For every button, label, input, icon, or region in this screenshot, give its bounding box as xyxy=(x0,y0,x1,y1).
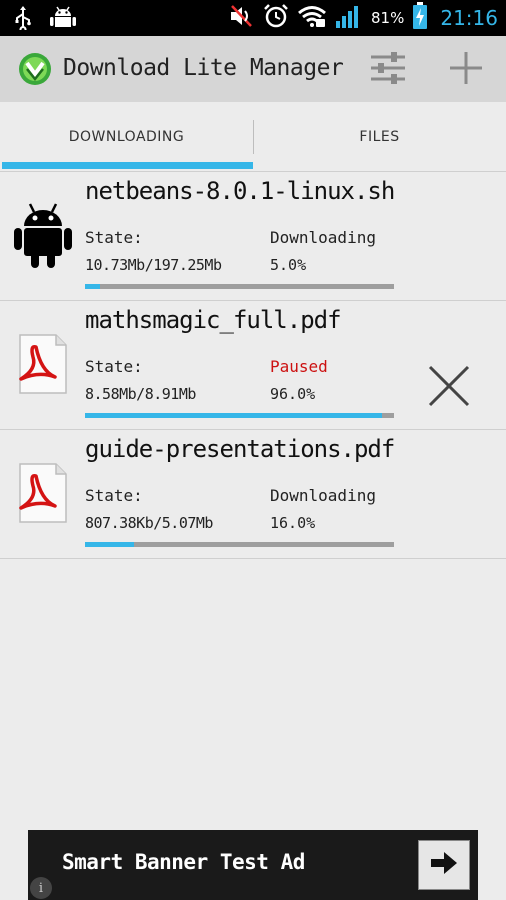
settings-button[interactable] xyxy=(366,50,410,90)
usb-icon xyxy=(14,6,32,34)
state-label: State: xyxy=(85,228,143,247)
wifi-icon xyxy=(297,4,327,32)
cancel-button[interactable] xyxy=(424,361,474,411)
progress-bar xyxy=(85,284,394,289)
battery-charging-icon xyxy=(412,2,428,34)
battery-percent: 81% xyxy=(371,9,405,27)
tab-selected-indicator xyxy=(2,162,253,169)
ad-open-button[interactable] xyxy=(418,840,470,890)
download-logo-icon xyxy=(18,52,52,86)
progress-fill xyxy=(85,413,382,418)
size-progress-text: 8.58Mb/8.91Mb xyxy=(85,385,196,403)
status-bar: 81% 21:16 xyxy=(0,0,506,36)
download-item[interactable]: guide-presentations.pdf State: 807.38Kb/… xyxy=(0,430,506,559)
progress-bar xyxy=(85,413,394,418)
state-value: Downloading xyxy=(270,228,376,247)
size-progress-text: 807.38Kb/5.07Mb xyxy=(85,514,213,532)
arrow-right-icon xyxy=(429,850,459,880)
percent-text: 5.0% xyxy=(270,256,307,274)
state-label: State: xyxy=(85,486,143,505)
ad-info-icon[interactable]: i xyxy=(30,877,52,899)
file-name: mathsmagic_full.pdf xyxy=(85,306,342,334)
signal-icon xyxy=(335,3,363,33)
state-value: Paused xyxy=(270,357,328,376)
download-item[interactable]: mathsmagic_full.pdf State: 8.58Mb/8.91Mb… xyxy=(0,301,506,430)
state-value: Downloading xyxy=(270,486,376,505)
state-label: State: xyxy=(85,357,143,376)
sliders-icon xyxy=(369,51,407,89)
percent-text: 96.0% xyxy=(270,385,316,403)
tab-files[interactable]: FILES xyxy=(253,102,506,172)
add-download-button[interactable] xyxy=(444,50,488,90)
pdf-icon xyxy=(12,460,74,526)
android-icon xyxy=(12,202,74,268)
percent-text: 16.0% xyxy=(270,514,316,532)
android-debug-icon xyxy=(50,6,76,34)
app-title: Download Lite Manager xyxy=(63,55,344,81)
action-bar: Download Lite Manager xyxy=(0,36,506,102)
download-item[interactable]: netbeans-8.0.1-linux.sh State: 10.73Mb/1… xyxy=(0,172,506,301)
alarm-icon xyxy=(263,3,289,33)
progress-fill xyxy=(85,284,101,289)
file-name: netbeans-8.0.1-linux.sh xyxy=(85,177,395,205)
size-progress-text: 10.73Mb/197.25Mb xyxy=(85,256,222,274)
ad-banner[interactable]: Smart Banner Test Ad xyxy=(28,830,478,900)
file-name: guide-presentations.pdf xyxy=(85,435,395,463)
plus-icon xyxy=(448,50,484,90)
pdf-icon xyxy=(12,331,74,397)
download-list: netbeans-8.0.1-linux.sh State: 10.73Mb/1… xyxy=(0,172,506,559)
progress-bar xyxy=(85,542,394,547)
progress-fill xyxy=(85,542,135,547)
mute-icon xyxy=(229,4,255,32)
tab-bar: DOWNLOADING FILES xyxy=(0,102,506,172)
clock: 21:16 xyxy=(440,6,498,30)
ad-text: Smart Banner Test Ad xyxy=(62,850,305,874)
close-icon xyxy=(424,365,474,415)
